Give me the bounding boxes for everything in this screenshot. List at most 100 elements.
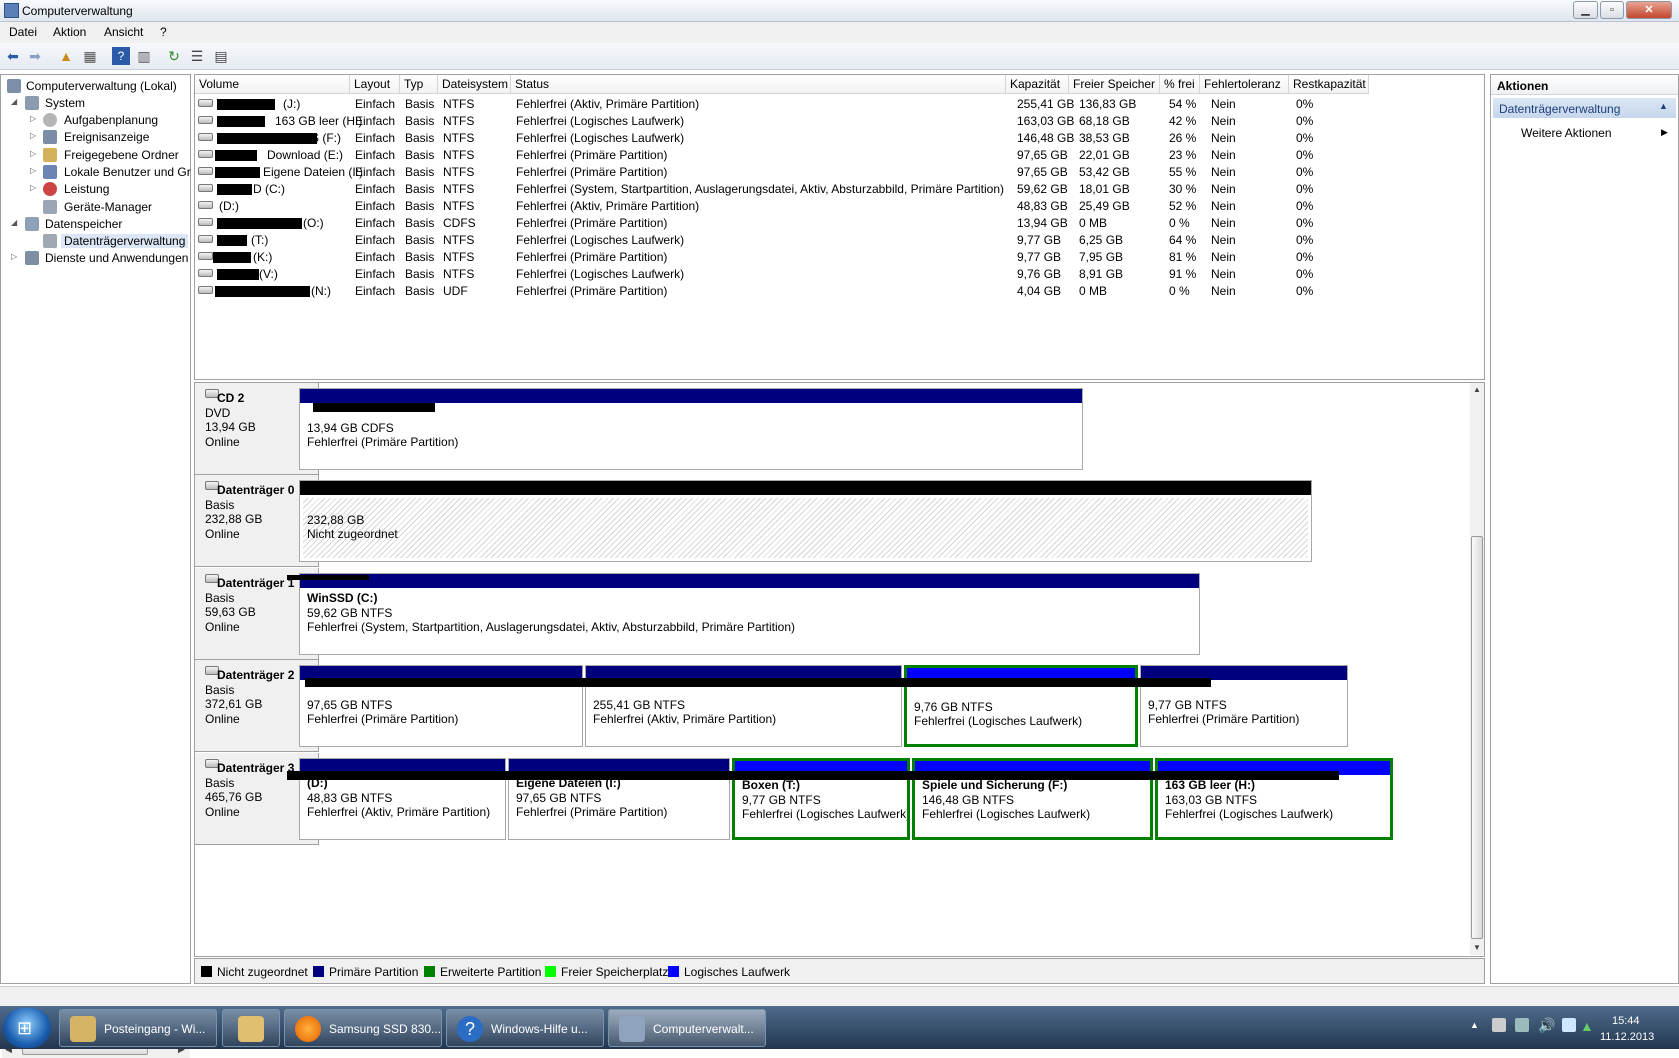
disk-kind: Basis [205, 498, 235, 512]
volume-icon[interactable]: 🔊 [1538, 1017, 1555, 1034]
computer-management-icon [4, 3, 19, 18]
volume-row[interactable]: (T:) Einfach Basis NTFS Fehlerfrei (Logische… [195, 231, 1484, 248]
column-header-dateisystem[interactable]: Dateisystem [438, 75, 511, 94]
column-header-fehlertoleranz[interactable]: Fehlertoleranz [1200, 75, 1289, 94]
tray-status-icon[interactable] [1562, 1018, 1576, 1032]
cell-typ: Basis [405, 97, 435, 111]
start-button[interactable]: ⊞ [3, 1008, 51, 1048]
partition[interactable]: WinSSD (C:) 59,62 GB NTFS Fehlerfrei (Syst… [299, 573, 1200, 655]
taskbar-item-windows-help[interactable]: ? Windows-Hilfe u... [446, 1009, 604, 1047]
tray-device-icon[interactable] [1492, 1018, 1506, 1032]
weitere-aktionen-link[interactable]: Weitere Aktionen ▶ [1521, 126, 1671, 140]
collapse-section-icon[interactable]: ▲ [1659, 101, 1668, 111]
show-hide-actions-icon[interactable]: ▥ [135, 47, 153, 65]
taskbar-item-computerverwaltung[interactable]: Computerverwalt... [608, 1009, 766, 1047]
volume-row[interactable]: (N:) Einfach Basis UDF Fehlerfrei (Primäre P… [195, 282, 1484, 299]
cell-restkapazitaet: 0% [1296, 267, 1314, 281]
redaction-block [217, 218, 302, 229]
back-arrow-icon[interactable]: ⬅ [4, 47, 22, 65]
menu-datei[interactable]: Datei [9, 25, 37, 39]
clock-time[interactable]: 15:44 [1612, 1015, 1640, 1027]
expand-arrow-icon[interactable]: ▷ [30, 166, 39, 175]
partition-size: 9,77 GB NTFS [742, 793, 821, 807]
volume-row[interactable]: Download (E:) Einfach Basis NTFS Fehlerfrei … [195, 146, 1484, 163]
help-icon[interactable]: ? [112, 47, 130, 65]
volume-row[interactable]: (V:) Einfach Basis NTFS Fehlerfrei (Logische… [195, 265, 1484, 282]
column-header-restkapazitaet[interactable]: Restkapazität [1289, 75, 1369, 94]
partition-size: 232,88 GB [307, 513, 365, 527]
collapse-arrow-icon[interactable]: ◢ [11, 218, 20, 227]
cell-restkapazitaet: 0% [1296, 182, 1314, 196]
menu-aktion[interactable]: Aktion [53, 25, 86, 39]
volume-row[interactable]: (D:) Einfach Basis NTFS Fehlerfrei (Aktiv, P… [195, 197, 1484, 214]
cell-dateisystem: NTFS [443, 97, 475, 111]
cell-kapazitaet: 255,41 GB [1017, 97, 1075, 111]
drive-sync-icon[interactable]: ▲ [1580, 1018, 1594, 1034]
volume-row[interactable]: (O:) Einfach Basis CDFS Fehlerfrei (Primäre … [195, 214, 1484, 231]
expand-arrow-icon[interactable]: ▷ [11, 252, 20, 261]
menu-help[interactable]: ? [160, 25, 167, 39]
volume-row[interactable]: (J:) Einfach Basis NTFS Fehlerfrei (Aktiv, P… [195, 95, 1484, 112]
collapse-arrow-icon[interactable]: ◢ [11, 97, 20, 106]
disk-vertical-scrollbar[interactable]: ▲ ▼ [1470, 383, 1484, 955]
cell-fehlertoleranz: Nein [1211, 233, 1236, 247]
expand-arrow-icon[interactable]: ▷ [30, 114, 39, 123]
forward-arrow-icon[interactable]: ➡ [26, 47, 44, 65]
column-header-volume[interactable]: Volume [195, 75, 350, 94]
taskbar-item-explorer[interactable] [222, 1009, 280, 1047]
cell-dateisystem: NTFS [443, 114, 475, 128]
cell-volume: (N:) [311, 284, 331, 298]
partition-color-bar [300, 389, 1082, 403]
expand-arrow-icon[interactable]: ▷ [30, 183, 39, 192]
disk-name: CD 2 [217, 391, 245, 405]
cell-kapazitaet: 13,94 GB [1017, 216, 1068, 230]
actions-section-header[interactable]: Datenträgerverwaltung ▲ [1493, 98, 1676, 118]
redaction-block [213, 252, 251, 263]
volume-row[interactable]: Eigene Dateien (I:) Einfach Basis NTFS Fehle… [195, 163, 1484, 180]
close-button[interactable]: ✕ [1626, 1, 1672, 19]
unallocated-hatch [303, 498, 1308, 558]
column-header-layout[interactable]: Layout [350, 75, 400, 94]
scroll-up-icon[interactable]: ▲ [1473, 385, 1481, 394]
clock-date[interactable]: 11.12.2013 [1600, 1031, 1654, 1043]
volume-row[interactable]: 163 GB leer (H:) Einfach Basis NTFS Fehlerfr… [195, 112, 1484, 129]
scroll-down-icon[interactable]: ▼ [1473, 943, 1481, 952]
cell-layout: Einfach [355, 165, 396, 179]
show-hide-tree-icon[interactable]: ▦ [81, 47, 99, 65]
up-folder-icon[interactable]: ▲ [57, 47, 75, 65]
expand-arrow-icon[interactable]: ▷ [30, 131, 39, 140]
tree-item-datentraegerverwaltung[interactable]: Datenträgerverwaltung [1, 233, 190, 250]
partition-status: Fehlerfrei (Logisches Laufwerk) [1165, 807, 1334, 821]
column-header-kapazitaet[interactable]: Kapazität [1006, 75, 1069, 94]
expand-arrow-icon[interactable]: ▷ [30, 149, 39, 158]
show-hidden-icons-icon[interactable]: ▲ [1470, 1020, 1479, 1030]
network-icon[interactable] [1515, 1018, 1529, 1032]
disk-list-icon[interactable]: ▤ [212, 47, 230, 65]
scrollbar-thumb[interactable] [1471, 536, 1483, 939]
taskbar-item-outlook[interactable]: Posteingang - Wi... [59, 1009, 217, 1047]
column-header-typ[interactable]: Typ [400, 75, 438, 94]
cell-volume: (J:) [283, 97, 301, 111]
taskbar-item-firefox[interactable]: Samsung SSD 830... [284, 1009, 442, 1047]
maximize-button[interactable]: ▫ [1600, 1, 1624, 19]
column-header-prozent-frei[interactable]: % frei [1160, 75, 1200, 94]
cell-restkapazitaet: 0% [1296, 284, 1314, 298]
cell-dateisystem: NTFS [443, 148, 475, 162]
cell-typ: Basis [405, 250, 435, 264]
refresh-icon[interactable]: ↻ [165, 47, 183, 65]
hard-drive-icon [198, 235, 213, 243]
properties-icon[interactable]: ☰ [188, 47, 206, 65]
volume-row[interactable]: (K:) Einfach Basis NTFS Fehlerfrei (Primäre … [195, 248, 1484, 265]
menu-ansicht[interactable]: Ansicht [104, 25, 143, 39]
cell-kapazitaet: 9,76 GB [1017, 267, 1062, 281]
minimize-button[interactable]: ▁ [1573, 1, 1598, 19]
cell-fehlertoleranz: Nein [1211, 267, 1236, 281]
volume-row[interactable]: D (C:) Einfach Basis NTFS Fehlerfrei (System… [195, 180, 1484, 197]
column-header-freier-speicher[interactable]: Freier Speicher [1069, 75, 1160, 94]
partition[interactable]: 232,88 GB Nicht zugeordnet [299, 480, 1312, 562]
partition[interactable]: 13,94 GB CDFS Fehlerfrei (Primäre Partiti… [299, 388, 1083, 470]
volume-row[interactable]: S (F:) Einfach Basis NTFS Fehlerfrei (Logisc… [195, 129, 1484, 146]
redaction-block [215, 150, 257, 161]
column-header-status[interactable]: Status [511, 75, 1006, 94]
cell-typ: Basis [405, 165, 435, 179]
